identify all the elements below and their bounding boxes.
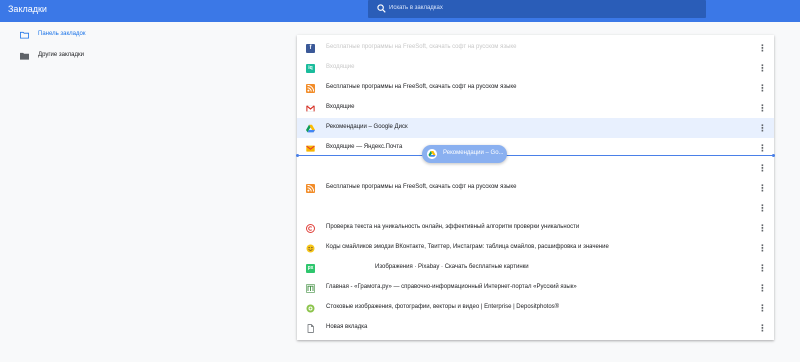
bookmark-title: Коды смайликов эмодзи ВКонтакте, Твиттер…	[326, 244, 609, 250]
sidebar-item-bookmarks-bar[interactable]: Панель закладок	[0, 27, 200, 45]
bookmark-row[interactable]: Проверка текста на уникальность онлайн, …	[297, 218, 774, 238]
bookmark-row[interactable]: Бесплатные программы на FreeSoft, скачат…	[297, 178, 774, 198]
text-ru-icon	[306, 224, 315, 233]
drag-chip-label: Рекомендации – Go...	[443, 150, 504, 156]
bookmark-title: Рекомендации – Google Диск	[326, 124, 408, 130]
bookmark-list: f Бесплатные программы на FreeSoft, скач…	[297, 35, 774, 340]
yandex-mail-icon	[306, 145, 315, 152]
sidebar-item-label: Панель закладок	[38, 31, 86, 37]
more-actions-button[interactable]: ⋮	[758, 303, 767, 313]
more-actions-button[interactable]: ⋮	[758, 143, 767, 153]
drag-chip: Рекомендации – Go...	[422, 145, 507, 163]
google-drive-icon	[306, 124, 315, 133]
bookmark-row[interactable]: Бесплатные программы на FreeSoft, скачат…	[297, 78, 774, 98]
bookmark-row[interactable]: Коды смайликов эмодзи ВКонтакте, Твиттер…	[297, 238, 774, 258]
folder-open-icon	[20, 31, 29, 39]
bookmark-title: Новая вкладка	[326, 324, 368, 330]
more-actions-button[interactable]: ⋮	[758, 283, 767, 293]
search-icon	[377, 4, 386, 13]
search-box[interactable]	[368, 0, 706, 18]
rss-icon	[306, 84, 315, 93]
more-actions-button[interactable]: ⋮	[758, 223, 767, 233]
drop-indicator	[296, 154, 775, 157]
top-app-bar: Закладки	[0, 0, 800, 22]
gmail-icon	[306, 105, 315, 112]
more-actions-button[interactable]: ⋮	[758, 103, 767, 113]
google-drive-icon	[427, 149, 437, 159]
bookmark-title: Стоковые изображения, фотографии, вектор…	[326, 304, 560, 310]
more-actions-button[interactable]: ⋮	[758, 83, 767, 93]
more-actions-button[interactable]: ⋮	[758, 63, 767, 73]
bookmark-row[interactable]: Стоковые изображения, фотографии, вектор…	[297, 298, 774, 318]
facebook-icon: f	[306, 44, 315, 53]
bookmark-row[interactable]: iq Входящие ⋮	[297, 58, 774, 78]
more-actions-button[interactable]: ⋮	[758, 263, 767, 273]
bookmark-row[interactable]: Новая вкладка ⋮	[297, 318, 774, 338]
bookmark-row[interactable]: px Изображения · Pixabay · Скачать беспл…	[297, 258, 774, 278]
more-actions-button[interactable]: ⋮	[758, 203, 767, 213]
rss-icon	[306, 184, 315, 193]
bookmark-row[interactable]: f Бесплатные программы на FreeSoft, скач…	[297, 38, 774, 58]
page-title: Закладки	[8, 4, 47, 14]
bookmark-row[interactable]: ⋮	[297, 158, 774, 178]
more-actions-button[interactable]: ⋮	[758, 243, 767, 253]
ghost-title: Бесплатные программы на FreeSoft, скачат…	[326, 44, 517, 50]
bookmark-title: Бесплатные программы на FreeSoft, скачат…	[326, 84, 517, 90]
more-actions-button[interactable]: ⋮	[758, 183, 767, 193]
bookmark-title: Проверка текста на уникальность онлайн, …	[326, 224, 580, 230]
more-actions-button[interactable]: ⋮	[758, 163, 767, 173]
page-icon	[307, 324, 314, 333]
pixabay-icon: px	[306, 264, 315, 273]
more-actions-button[interactable]: ⋮	[758, 323, 767, 333]
bookmark-row[interactable]: Главная - «Грамота.ру» — справочно-инфор…	[297, 278, 774, 298]
bookmark-title: Входящие — Яндекс.Почта	[326, 144, 403, 150]
gramota-icon	[306, 284, 315, 293]
smiley-icon	[306, 244, 315, 253]
bookmark-title: Входящие	[326, 104, 355, 110]
bookmark-row[interactable]: ⋮	[297, 198, 774, 218]
iq-icon: iq	[306, 64, 315, 73]
depositphotos-icon	[306, 304, 315, 313]
bookmark-row[interactable]: Входящие ⋮	[297, 98, 774, 118]
sidebar-item-label: Другие закладки	[38, 52, 84, 58]
bookmark-title: Главная - «Грамота.ру» — справочно-инфор…	[326, 284, 577, 290]
more-actions-button[interactable]: ⋮	[758, 43, 767, 53]
search-input[interactable]	[389, 2, 689, 14]
bookmark-title: Изображения · Pixabay · Скачать бесплатн…	[375, 264, 529, 270]
bookmark-row-selected[interactable]: Рекомендации – Google Диск ⋮	[297, 118, 774, 138]
folder-icon	[20, 52, 29, 60]
ghost-title: Входящие	[326, 64, 355, 70]
bookmark-title: Бесплатные программы на FreeSoft, скачат…	[326, 184, 517, 190]
more-actions-button[interactable]: ⋮	[758, 123, 767, 133]
sidebar-item-other-bookmarks[interactable]: Другие закладки	[0, 48, 200, 66]
